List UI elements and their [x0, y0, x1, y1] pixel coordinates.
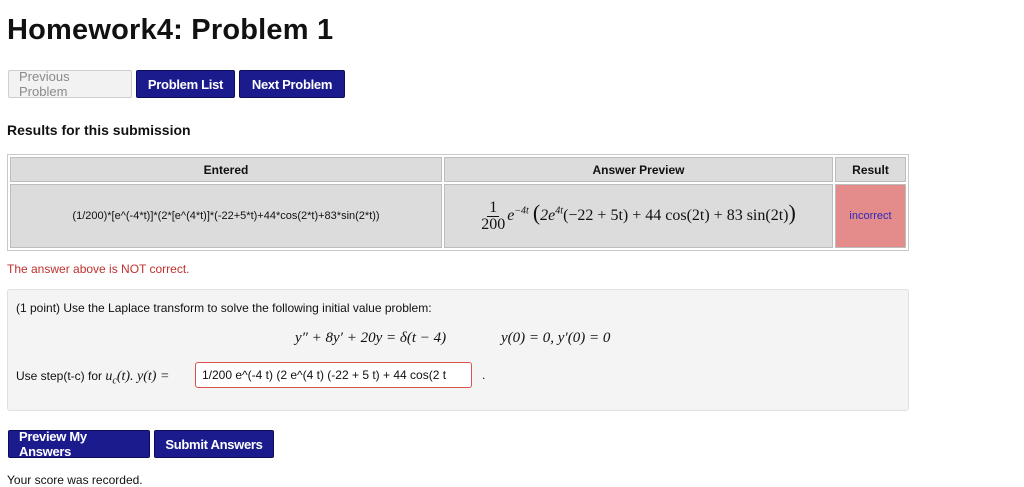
answer-input[interactable] — [195, 362, 472, 388]
problem-nav: Previous Problem Problem List Next Probl… — [8, 69, 345, 99]
column-header-answer-preview: Answer Preview — [444, 157, 833, 182]
column-header-entered: Entered — [10, 157, 442, 182]
problem-list-button[interactable]: Problem List — [136, 70, 235, 98]
initial-conditions: y(0) = 0, y′(0) = 0 — [501, 330, 611, 346]
preview-denominator: 200 — [481, 215, 506, 233]
column-header-result: Result — [835, 157, 906, 182]
preview-body-start: 2e — [540, 206, 556, 224]
submit-answers-button[interactable]: Submit Answers — [154, 430, 274, 458]
answer-actions: Preview My Answers Submit Answers — [8, 429, 274, 459]
table-row: (1/200)*[e^(-4*t)]*(2*[e^(4*t)]*(-22+5*t… — [10, 184, 906, 248]
results-table: Entered Answer Preview Result (1/200)*[e… — [7, 154, 909, 251]
instruction-text: Use step(t-c) for — [16, 369, 106, 383]
score-message: Your score was recorded. — [7, 473, 143, 487]
result-status: incorrect — [835, 184, 906, 248]
results-heading: Results for this submission — [7, 122, 191, 138]
answer-instruction: Use step(t-c) for uc(t). y(t) = — [16, 369, 169, 386]
answer-preview: 1 200 e−4t (2e4t(−22 + 5t) + 44 cos(2t) … — [444, 184, 833, 248]
preview-close-paren: ) — [788, 199, 796, 225]
preview-inner-power: 4t — [555, 205, 564, 217]
incorrect-message: The answer above is NOT correct. — [7, 262, 190, 276]
problem-box: (1 point) Use the Laplace transform to s… — [7, 289, 909, 411]
instruction-math-rest: (t). y(t) = — [116, 369, 170, 384]
page-title: Homework4: Problem 1 — [7, 14, 334, 46]
preview-body-rest: (−22 + 5t) + 44 cos(2t) + 83 sin(2t) — [563, 206, 789, 224]
differential-equation: y″ + 8y′ + 20y = δ(t − 4) — [295, 330, 447, 346]
previous-problem-button[interactable]: Previous Problem — [8, 69, 132, 99]
preview-answers-button[interactable]: Preview My Answers — [8, 429, 150, 459]
answer-period: . — [482, 368, 486, 382]
problem-statement: (1 point) Use the Laplace transform to s… — [16, 301, 432, 315]
next-problem-button[interactable]: Next Problem — [239, 70, 345, 98]
preview-exp-power: −4t — [514, 205, 529, 217]
entered-answer: (1/200)*[e^(-4*t)]*(2*[e^(4*t)]*(-22+5*t… — [10, 184, 442, 248]
preview-numerator: 1 — [487, 198, 500, 217]
